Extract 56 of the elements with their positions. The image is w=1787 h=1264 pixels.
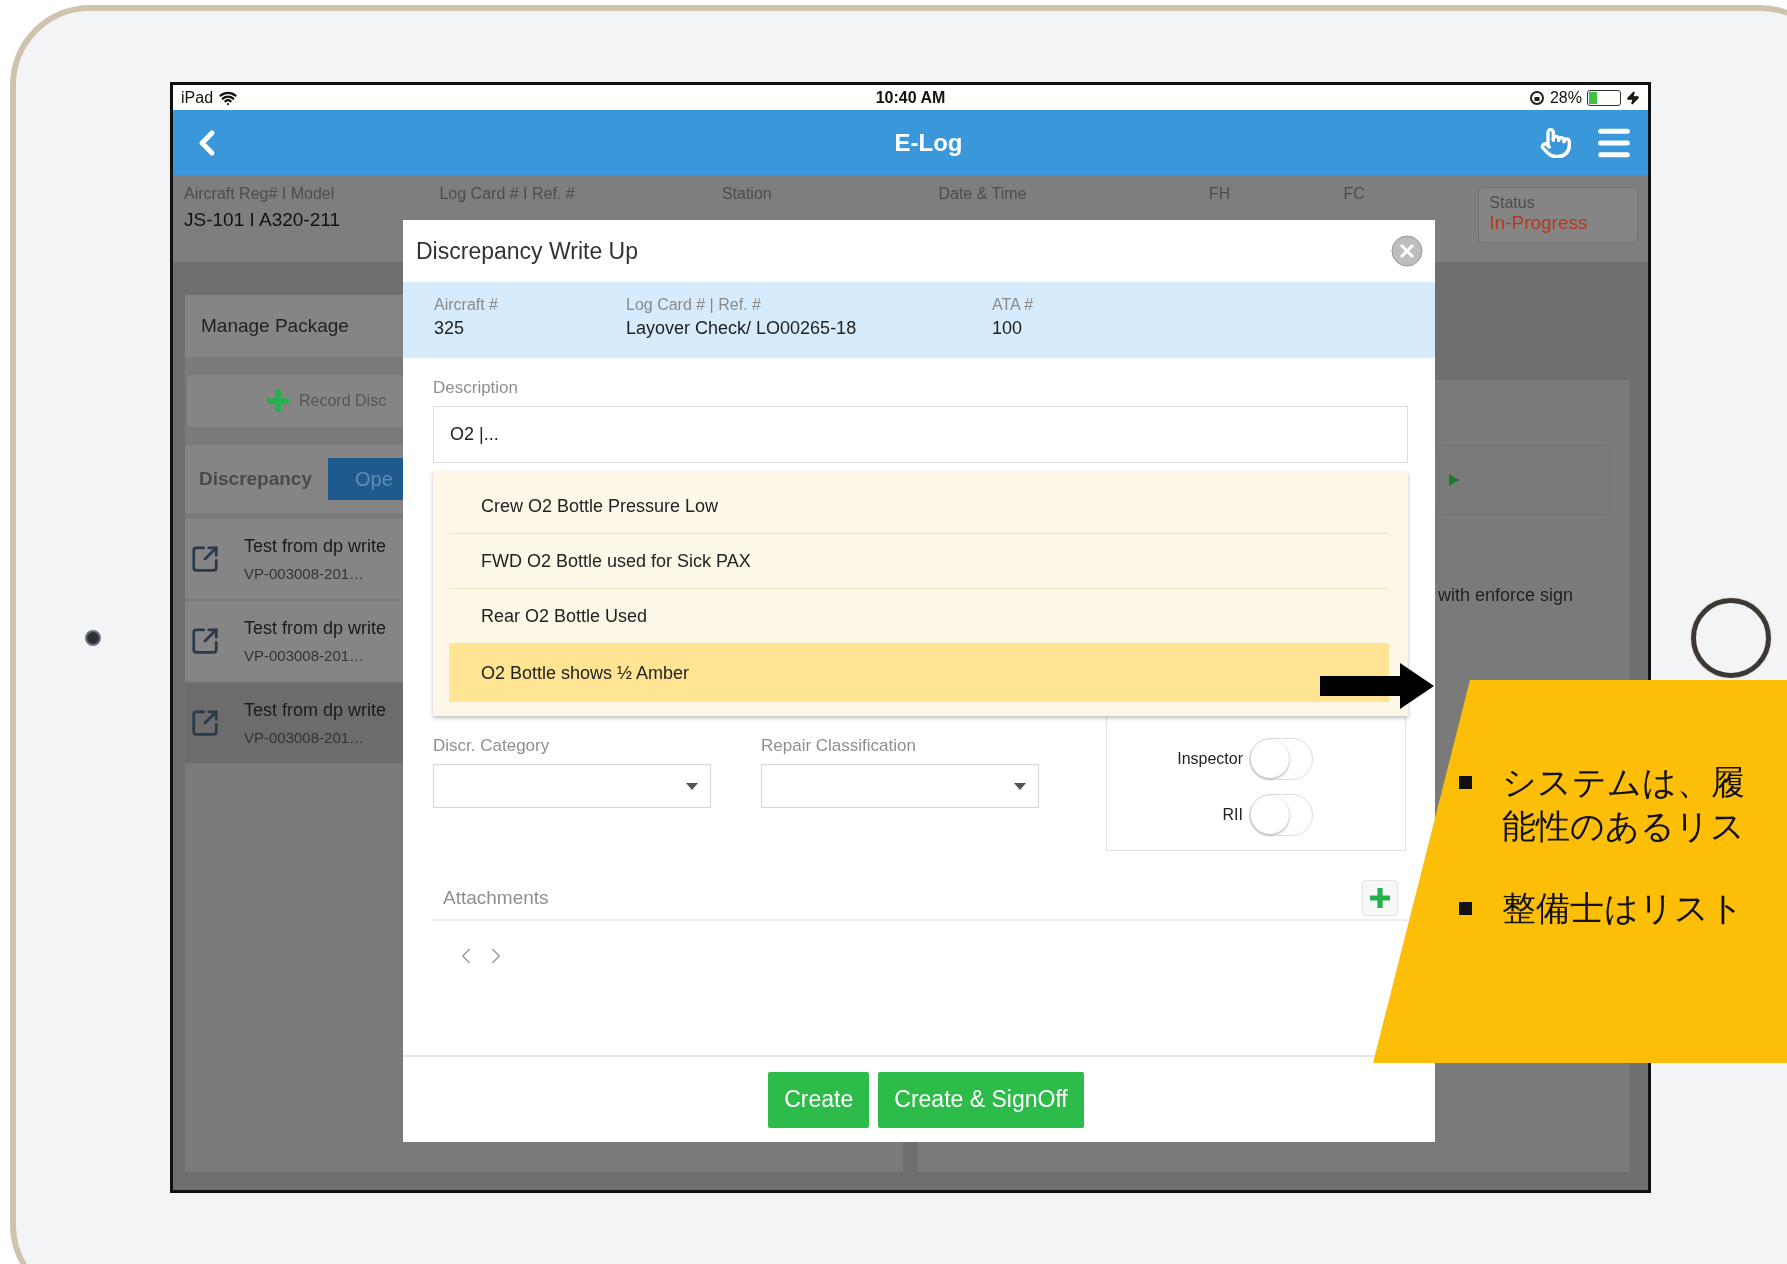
toggle-label: RII: [1222, 806, 1243, 824]
plus-icon: [267, 390, 289, 412]
toggle-label: Inspector: [1177, 750, 1243, 768]
battery-icon: [1587, 89, 1621, 106]
bullet-icon: [1459, 902, 1472, 916]
suggestion-item[interactable]: O2 Bottle shows ½ Amber: [449, 644, 1389, 702]
dropdown-field[interactable]: [433, 764, 711, 808]
field-value: 100: [992, 318, 1024, 339]
section-label: Discrepancy: [199, 468, 312, 490]
dropdown-field[interactable]: [761, 764, 1039, 808]
suggestion-item[interactable]: FWD O2 Bottle used for Sick PAX: [449, 534, 1389, 589]
edit-icon[interactable]: [190, 708, 220, 738]
status-value: In-Progress: [1489, 212, 1589, 234]
close-icon[interactable]: [1391, 235, 1423, 267]
callout-text: システムは、履 能性のあるリス: [1502, 761, 1745, 849]
item-subtitle: VP-003008-201…: [244, 729, 366, 746]
field-label: Aircraft #: [434, 296, 499, 314]
callout-text: 整備士はリスト: [1502, 887, 1744, 931]
battery-percent: 28%: [1549, 88, 1582, 107]
field-value: JS-101 I A320-211: [184, 209, 341, 231]
field-value: Layover Check/ LO00265-18: [626, 318, 858, 339]
item-subtitle: VP-003008-201…: [244, 647, 366, 664]
detail-text: with enforce sign: [1438, 585, 1574, 606]
edit-icon[interactable]: [190, 626, 220, 656]
app-title: E-Log: [894, 128, 963, 156]
description-field[interactable]: O2 |...: [433, 406, 1408, 463]
field-label: Discr. Category: [433, 736, 551, 756]
section-label: Attachments: [443, 886, 549, 909]
item-title: Test from dp write: [244, 536, 387, 557]
field-label: ATA #: [992, 296, 1034, 314]
suggestion-item[interactable]: Crew O2 Bottle Pressure Low: [449, 479, 1389, 534]
play-icon[interactable]: [1449, 474, 1459, 486]
toggle-switch[interactable]: [1249, 794, 1313, 836]
item-subtitle: VP-003008-201…: [244, 565, 366, 582]
arrow-icon: [1320, 663, 1434, 709]
field-label: Description: [433, 378, 520, 398]
item-title: Test from dp write: [244, 618, 387, 639]
clock-time: 10:40 AM: [875, 88, 946, 106]
caret-icon: [686, 782, 698, 790]
charging-icon: [1626, 90, 1640, 105]
field-label: Log Card # | Ref. #: [626, 296, 762, 314]
edit-icon[interactable]: [190, 544, 220, 574]
dialog-title: Discrepancy Write Up: [416, 237, 638, 265]
caret-icon: [1014, 782, 1026, 790]
toggle-switch[interactable]: [1249, 738, 1313, 780]
item-title: Test from dp write: [244, 700, 387, 721]
field-label: Status: [1489, 194, 1536, 212]
field-value: 325: [434, 318, 466, 339]
device-name: iPad: [181, 88, 214, 107]
plus-icon: [1370, 887, 1390, 908]
field-label: Repair Classification: [761, 736, 917, 756]
rotation-lock-icon: [1528, 89, 1545, 106]
pointer-hand-icon[interactable]: [1540, 126, 1572, 159]
add-button[interactable]: [1362, 879, 1398, 916]
bullet-icon: [1459, 776, 1472, 789]
camera-dot: [85, 629, 101, 646]
